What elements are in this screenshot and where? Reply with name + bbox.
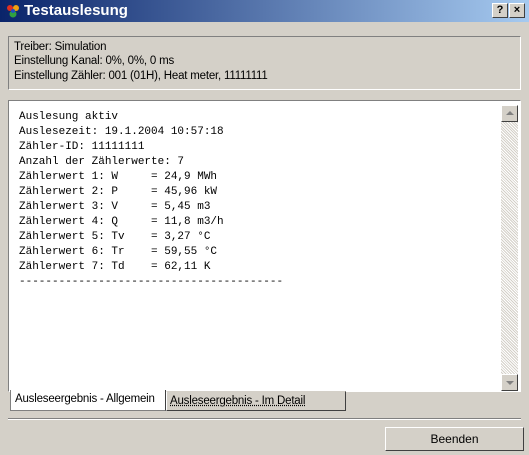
app-icon [7,5,19,18]
log-line: Zähler-ID: 11111111 [19,141,145,153]
tab-detail[interactable]: Ausleseergebnis - Im Detail [166,391,346,411]
test-readout-window: Testauslesung ? × Treiber: Simulation Ei… [0,0,529,455]
log-line: Zählerwert 4: Q = 11,8 m3/h [19,216,224,228]
log-line: Zählerwert 1: W = 24,9 MWh [19,171,218,183]
meter-setting-text: Einstellung Zähler: 001 (01H), Heat mete… [14,70,268,82]
scroll-up-button[interactable] [501,105,518,122]
close-button[interactable]: Beenden [385,427,524,451]
readout-result-panel: Auslesung aktiv Auslesezeit: 19.1.2004 1… [8,100,521,392]
log-line: Auslesezeit: 19.1.2004 10:57:18 [19,126,224,138]
log-line: Zählerwert 6: Tr = 59,55 °C [19,246,218,258]
divider [8,418,521,420]
log-line: Zählerwert 5: Tv = 3,27 °C [19,231,211,243]
tab-general[interactable]: Ausleseergebnis - Allgemein [10,390,166,411]
log-line: Auslesung aktiv [19,111,119,123]
help-button[interactable]: ? [492,3,508,18]
driver-text: Treiber: Simulation [14,41,107,53]
log-line: Anzahl der Zählerwerte: 7 [19,156,185,168]
log-line: Zählerwert 2: P = 45,96 kW [19,186,218,198]
log-line: ---------------------------------------- [19,276,284,288]
channel-setting-text: Einstellung Kanal: 0%, 0%, 0 ms [14,55,174,67]
window-title: Testauslesung [24,2,128,19]
arrow-down-icon [506,381,514,385]
arrow-up-icon [506,111,514,115]
scroll-down-button[interactable] [501,374,518,391]
vertical-scrollbar[interactable] [501,105,518,391]
help-icon: ? [496,4,504,16]
readout-log[interactable]: Auslesung aktiv Auslesezeit: 19.1.2004 1… [19,110,283,290]
tab-detail-label: Ausleseergebnis - Im Detail [170,395,306,407]
close-window-button[interactable]: × [509,3,525,18]
close-icon: × [513,4,521,16]
log-line: Zählerwert 7: Td = 62,11 K [19,261,211,273]
settings-info-box: Treiber: Simulation Einstellung Kanal: 0… [8,36,521,90]
title-bar[interactable]: Testauslesung ? × [0,0,529,22]
log-line: Zählerwert 3: V = 5,45 m3 [19,201,211,213]
